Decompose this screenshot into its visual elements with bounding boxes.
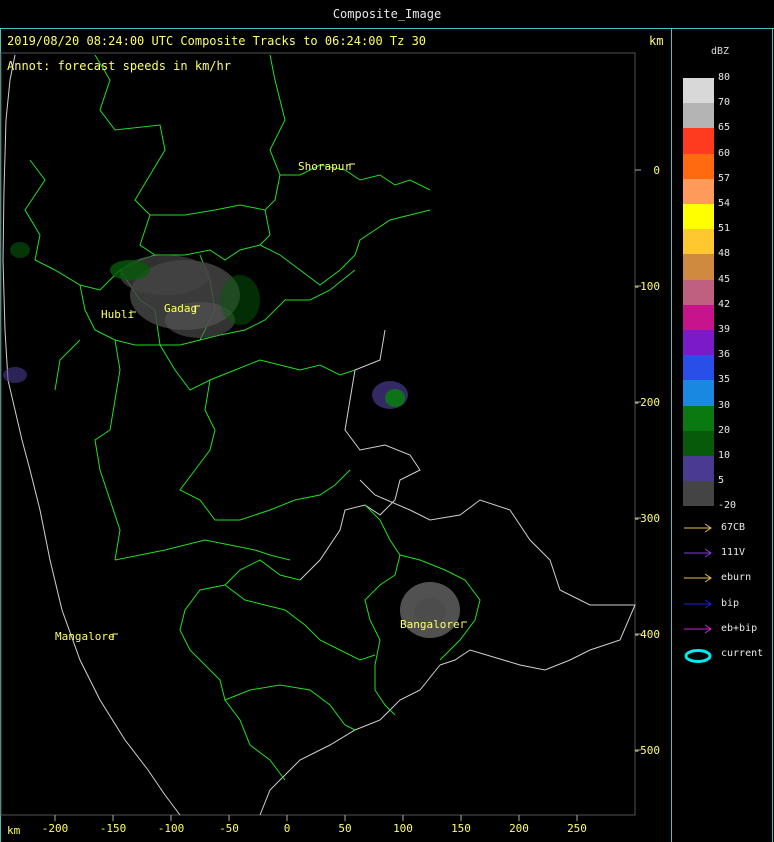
legend-level-label: 57	[718, 172, 731, 184]
legend-level-label: 48	[718, 248, 731, 260]
track-legend-label: 67CB	[721, 522, 746, 533]
legend-level-label: 45	[718, 273, 731, 285]
x-tick-label: -50	[219, 822, 239, 835]
x-tick-label: 150	[451, 822, 471, 835]
timestamp-header: 2019/08/20 08:24:00 UTC Composite Tracks…	[7, 34, 427, 48]
legend-swatch	[683, 456, 714, 482]
legend-level-label: 20	[718, 424, 731, 436]
state-boundary-east	[359, 479, 636, 671]
track-legend-label: eb+bip	[721, 622, 758, 634]
track-legend-label: bip	[721, 597, 740, 609]
city-label-gadag: Gadag	[164, 302, 197, 315]
legend-level-label: 35	[718, 374, 731, 386]
legend-swatch	[683, 380, 714, 406]
track-arrow-icon	[684, 548, 712, 558]
legend-swatch	[683, 128, 714, 154]
legend-title: dBZ	[711, 46, 730, 57]
city-label-bangalore: Bangalore	[400, 618, 460, 631]
legend-level-label: 5	[718, 475, 725, 487]
radar-map[interactable]: -200 -150 -100 -50 0 50 100 150 200 250 …	[0, 0, 672, 842]
legend-swatch	[683, 178, 714, 204]
legend-swatch	[683, 304, 714, 330]
legend-swatch	[683, 229, 714, 255]
legend-swatch	[683, 279, 714, 305]
x-tick-label: -100	[158, 822, 185, 835]
track-arrow-icon	[684, 573, 712, 583]
district-boundaries	[24, 54, 481, 781]
x-tick-label: -150	[100, 822, 127, 835]
track-arrow-icon	[684, 624, 712, 634]
annotation-text: Annot: forecast speeds in km/hr	[7, 59, 231, 73]
x-tick-label: 250	[567, 822, 587, 835]
legend-level-label: 60	[718, 147, 731, 159]
city-label-shorapur: Shorapur	[298, 160, 351, 173]
legend-level-label: 80	[718, 72, 731, 83]
y-tick-label: -100	[634, 280, 661, 293]
y-tick-label: -300	[634, 512, 661, 525]
x-tick-label: 200	[509, 822, 529, 835]
state-boundary-south	[259, 664, 441, 816]
legend-swatch	[683, 330, 714, 356]
legend-swatch	[683, 153, 714, 179]
x-tick-label: 100	[393, 822, 413, 835]
city-markers	[112, 163, 467, 640]
legend-swatch	[683, 254, 714, 280]
legend-level-label: 30	[718, 399, 731, 411]
legend-level-label: 42	[718, 298, 731, 310]
legend-swatch	[683, 355, 714, 381]
y-tick-label: -200	[634, 396, 661, 409]
y-axis-ticks	[635, 169, 641, 751]
legend-level-label: 36	[718, 349, 731, 361]
track-legend-label: current	[721, 648, 764, 659]
state-boundary	[299, 329, 421, 581]
legend-swatch	[683, 78, 714, 104]
x-tick-label: 0	[284, 822, 291, 835]
city-label-mangalore: Mangalore	[55, 630, 115, 643]
y-tick-label: -400	[634, 628, 661, 641]
y-tick-label: 0	[653, 164, 660, 177]
legend-level-label: 70	[718, 97, 731, 109]
x-tick-label: -200	[42, 822, 69, 835]
legend-level-label: 39	[718, 324, 731, 335]
x-axis-unit: km	[7, 824, 21, 837]
y-tick-label: -500	[634, 744, 661, 757]
legend-swatch	[683, 430, 714, 456]
x-axis-ticks	[54, 815, 578, 821]
legend-level-label: 54	[718, 198, 731, 209]
legend-level-label: 65	[718, 122, 731, 134]
x-tick-label: 50	[338, 822, 351, 835]
frame-border-right	[772, 28, 773, 842]
track-arrow-icon	[684, 599, 712, 609]
legend-swatch	[683, 204, 714, 230]
y-axis-unit: km	[649, 34, 664, 48]
legend-swatch	[683, 405, 714, 431]
legend-level-label: 51	[718, 223, 731, 235]
city-label-hubli: Hubli	[101, 308, 134, 321]
track-legend-label: 111V	[721, 547, 746, 559]
legend-level-label: 10	[718, 450, 731, 461]
track-arrow-icon	[684, 523, 712, 533]
current-ellipse-icon	[684, 649, 712, 663]
legend-swatch	[683, 103, 714, 129]
track-legend-label: eburn	[721, 572, 752, 584]
legend-swatch	[683, 481, 714, 507]
legend-level-label: -20	[718, 500, 737, 512]
